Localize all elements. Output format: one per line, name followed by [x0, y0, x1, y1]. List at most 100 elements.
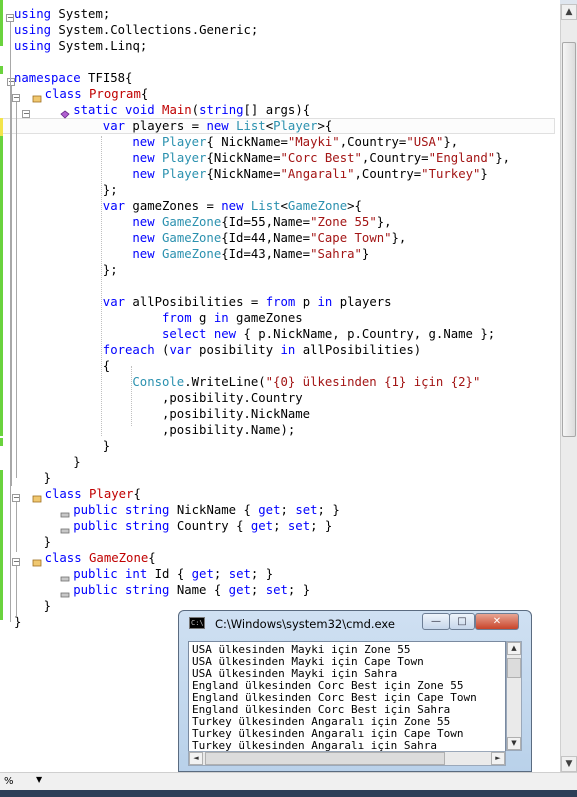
keyword-token: set: [228, 567, 251, 581]
editor-vertical-scrollbar[interactable]: ▲ ▼: [560, 4, 577, 772]
code-line[interactable]: var gameZones = new List<GameZone>{: [103, 198, 362, 214]
code-line[interactable]: class GameZone{: [32, 550, 156, 566]
change-indicator: [0, 0, 3, 46]
keyword-token: new: [132, 167, 155, 181]
scroll-up-icon[interactable]: ▲: [507, 642, 521, 655]
keyword-token: using: [14, 7, 52, 21]
code-token: {: [140, 87, 149, 101]
code-line[interactable]: foreach (var posibility in allPosibiliti…: [103, 342, 421, 358]
code-line[interactable]: }: [44, 470, 51, 486]
code-line[interactable]: new Player{NickName="Corc Best",Country=…: [132, 150, 510, 166]
code-token: }: [43, 535, 51, 549]
keyword-token: get: [250, 519, 274, 533]
code-line[interactable]: class Program{: [32, 86, 149, 102]
code-token: gameZones =: [125, 199, 222, 213]
collapse-icon[interactable]: −: [12, 494, 20, 502]
code-token: {NickName=: [206, 151, 281, 165]
identifier-token: Player: [89, 487, 134, 501]
code-token: <: [265, 119, 274, 133]
property-icon: [60, 523, 70, 533]
scrollbar-thumb[interactable]: [205, 752, 445, 765]
code-line[interactable]: }: [73, 454, 80, 470]
code-token: }: [73, 455, 81, 469]
code-line[interactable]: new GameZone{Id=44,Name="Cape Town"},: [132, 230, 406, 246]
code-token: players: [332, 295, 392, 309]
scroll-down-icon[interactable]: ▼: [507, 737, 521, 750]
code-line[interactable]: public int Id { get; set; }: [60, 566, 273, 582]
code-line[interactable]: class Player{: [32, 486, 141, 502]
change-indicator: [0, 136, 3, 436]
scroll-left-icon[interactable]: ◄: [189, 752, 203, 765]
keyword-token: using: [14, 39, 52, 53]
code-line[interactable]: new Player{NickName="Angaralı",Country="…: [132, 166, 487, 182]
keyword-token: class: [44, 551, 82, 565]
code-line[interactable]: using System.Linq;: [14, 38, 147, 54]
collapse-icon[interactable]: −: [12, 558, 20, 566]
code-token: TFI58{: [80, 71, 133, 85]
code-line[interactable]: new GameZone{Id=55,Name="Zone 55"},: [132, 214, 391, 230]
code-line[interactable]: var players = new List<Player>{: [103, 118, 333, 134]
code-token: .WriteLine(: [184, 375, 266, 389]
code-line[interactable]: static void Main(string[] args){: [60, 102, 311, 119]
code-line[interactable]: new Player{ NickName="Mayki",Country="US…: [132, 134, 458, 150]
code-line[interactable]: public string Country { get; set; }: [60, 518, 332, 534]
code-line[interactable]: ,posibility.NickName: [162, 406, 310, 422]
collapse-icon[interactable]: −: [6, 14, 14, 22]
code-line[interactable]: Console.WriteLine("{0} ülkesinden {1} iç…: [132, 374, 480, 390]
code-line[interactable]: }: [14, 614, 21, 630]
scrollbar-thumb[interactable]: [507, 658, 521, 678]
close-button[interactable]: ✕: [475, 613, 519, 630]
console-output[interactable]: USA ülkesinden Mayki için Zone 55 USA ülk…: [188, 641, 506, 766]
code-line[interactable]: from g in gameZones: [162, 310, 303, 326]
collapse-icon[interactable]: −: [22, 110, 30, 118]
code-line[interactable]: new GameZone{Id=43,Name="Sahra"}: [132, 246, 369, 262]
code-line[interactable]: public string NickName { get; set; }: [60, 502, 340, 518]
code-line[interactable]: using System;: [14, 6, 110, 22]
maximize-button[interactable]: □: [449, 613, 475, 630]
scroll-right-icon[interactable]: ►: [491, 752, 505, 765]
class-icon: [32, 91, 42, 102]
chevron-down-icon[interactable]: ▼: [36, 775, 42, 784]
cmd-window[interactable]: C:\ C:\Windows\system32\cmd.exe — □ ✕ US…: [178, 610, 532, 772]
code-line[interactable]: }: [44, 598, 51, 614]
code-line[interactable]: select new { p.NickName, p.Country, g.Na…: [162, 326, 495, 342]
property-icon: [60, 507, 70, 517]
code-line[interactable]: }: [103, 438, 110, 454]
scroll-down-icon[interactable]: ▼: [561, 756, 577, 772]
code-line[interactable]: };: [103, 262, 118, 278]
keyword-token: class: [44, 87, 82, 101]
scroll-up-icon[interactable]: ▲: [561, 4, 577, 20]
identifier-token: GameZone: [89, 551, 149, 565]
code-token: };: [102, 263, 118, 277]
keyword-token: from: [265, 295, 296, 309]
code-token: System;: [51, 7, 111, 21]
console-horizontal-scrollbar[interactable]: ◄ ►: [188, 751, 506, 766]
string-token: "Zone 55": [310, 215, 377, 229]
keyword-token: foreach: [102, 343, 155, 357]
code-token: Id {: [147, 567, 192, 581]
change-indicator: [0, 470, 3, 620]
code-line[interactable]: namespace TFI58{: [14, 70, 132, 86]
keyword-token: get: [228, 583, 251, 597]
code-line[interactable]: }: [44, 534, 51, 550]
console-vertical-scrollbar[interactable]: ▲ ▼: [506, 641, 522, 751]
minimize-button[interactable]: —: [422, 613, 450, 630]
code-line[interactable]: ,posibility.Name);: [162, 422, 295, 438]
type-token: GameZone: [162, 215, 222, 229]
code-line[interactable]: var allPosibilities = from p in players: [103, 294, 392, 310]
code-line[interactable]: public string Name { get; set; }: [60, 582, 310, 598]
code-line[interactable]: {: [103, 358, 110, 374]
collapse-icon[interactable]: −: [7, 78, 15, 86]
code-line[interactable]: ,posibility.Country: [162, 390, 303, 406]
code-line[interactable]: };: [103, 182, 118, 198]
code-line[interactable]: using System.Collections.Generic;: [14, 22, 258, 38]
code-token: ; }: [317, 503, 340, 517]
code-token: [] args){: [243, 103, 311, 117]
scrollbar-thumb[interactable]: [562, 42, 576, 437]
type-token: Player: [162, 135, 207, 149]
collapse-icon[interactable]: −: [12, 94, 20, 102]
